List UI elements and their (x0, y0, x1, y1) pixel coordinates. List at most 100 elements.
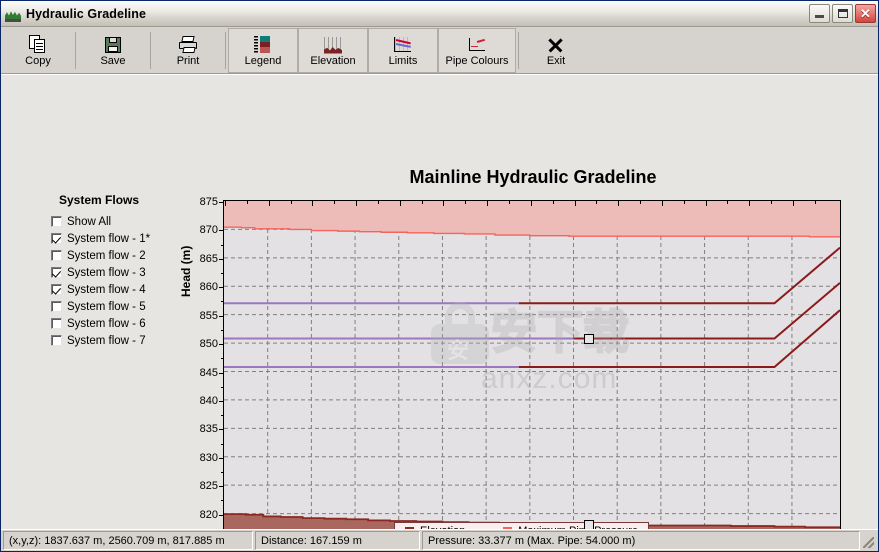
legend-item-max-pipe-pressure: Maximum Pipe Pressure (503, 525, 638, 529)
print-icon (177, 35, 199, 55)
legend-label-max-pipe-pressure: Maximum Pipe Pressure (518, 525, 638, 529)
toolbar-separator (150, 32, 151, 69)
y-axis-tick-mark (219, 429, 224, 431)
x-axis-tick-mark (268, 201, 270, 206)
x-axis-minor-tick (552, 201, 554, 204)
y-axis-tick-845: 845 (199, 366, 218, 379)
toolbar-button-elevation[interactable]: Elevation (298, 28, 368, 73)
toolbar-separator (518, 32, 519, 69)
y-axis-minor-tick (221, 500, 224, 502)
y-axis-tick-875: 875 (199, 196, 218, 208)
x-axis-minor-tick (508, 201, 510, 204)
save-icon (102, 35, 124, 55)
y-axis-tick-850: 850 (199, 338, 218, 351)
toolbar-button-print[interactable]: Print (153, 28, 223, 73)
x-axis-tick-mark (312, 201, 314, 206)
x-axis-minor-tick (727, 201, 729, 204)
legend-icon (252, 35, 274, 55)
status-distance: Distance: 167.159 m (255, 531, 420, 550)
y-axis-minor-tick (221, 244, 224, 246)
toolbar-label-print: Print (176, 54, 200, 67)
y-axis-tick-mark (219, 486, 224, 488)
x-axis-minor-tick (465, 201, 467, 204)
x-axis-minor-tick (771, 201, 773, 204)
toolbar-button-exit[interactable]: Exit (521, 28, 591, 73)
toolbar-label-pipe-colours: Pipe Colours (445, 54, 509, 67)
chart-cursor-handle-1[interactable] (583, 519, 594, 529)
limits-icon (392, 35, 414, 55)
x-axis-minor-tick (640, 201, 642, 204)
pipe-colours-icon (466, 35, 488, 55)
window-title: Hydraulic Gradeline (26, 6, 146, 21)
x-axis-tick-mark (530, 201, 532, 206)
minimize-button[interactable] (809, 4, 830, 23)
content-area: System Flows Show All System flow - 1* Sys… (1, 74, 878, 529)
exit-icon (545, 35, 567, 55)
y-axis-tick-mark (219, 230, 224, 232)
plot-area[interactable]: 8158208258308358408458508558608658708750… (200, 196, 841, 529)
toolbar-button-legend[interactable]: Legend (228, 28, 298, 73)
status-bar: (x,y,z): 1837.637 m, 2560.709 m, 817.885… (1, 529, 878, 551)
x-axis-minor-tick (421, 201, 423, 204)
x-axis-tick-mark (487, 201, 489, 206)
x-axis-tick-mark (792, 201, 794, 206)
toolbar-label-copy: Copy (25, 54, 51, 67)
y-axis-tick-835: 835 (199, 423, 218, 436)
status-coordinates: (x,y,z): 1837.637 m, 2560.709 m, 817.885… (3, 531, 253, 550)
chart-legend[interactable]: Elevation Maximum Pipe Pressure (394, 522, 650, 529)
y-axis-minor-tick (221, 386, 224, 388)
legend-swatch-max-pipe-pressure (503, 526, 513, 529)
chart-title: Mainline Hydraulic Gradeline (409, 167, 657, 187)
y-axis-minor-tick (221, 358, 224, 360)
legend-swatch-elevation (405, 526, 414, 529)
y-axis-tick-mark (219, 287, 224, 289)
status-pressure: Pressure: 33.377 m (Max. Pipe: 54.000 m) (422, 531, 860, 550)
x-axis-minor-tick (334, 201, 336, 204)
x-axis-tick-mark (705, 201, 707, 206)
y-axis-minor-tick (221, 443, 224, 445)
y-axis-tick-870: 870 (199, 224, 218, 237)
y-axis-minor-tick (221, 301, 224, 303)
maximize-button[interactable] (832, 4, 853, 23)
toolbar-button-pipe-colours[interactable]: Pipe Colours (438, 28, 516, 73)
toolbar-button-limits[interactable]: Limits (368, 28, 438, 73)
toolbar-label-legend: Legend (244, 54, 282, 67)
x-axis-tick-mark (225, 201, 226, 206)
toolbar-label-exit: Exit (546, 54, 566, 67)
toolbar: Copy Save Print Legend Elevation Limits … (1, 27, 878, 74)
toolbar-button-copy[interactable]: Copy (3, 28, 73, 73)
x-axis-tick-mark (574, 201, 576, 206)
x-axis-tick-mark (399, 201, 401, 206)
x-axis-minor-tick (683, 201, 685, 204)
x-axis-tick-mark (443, 201, 445, 206)
y-axis-tick-mark (219, 457, 224, 459)
resize-grip[interactable] (862, 531, 876, 550)
x-axis-minor-tick (814, 201, 816, 204)
window-controls: ✕ (809, 4, 876, 23)
y-axis-minor-tick (221, 415, 224, 417)
plot-svg (224, 201, 840, 529)
title-bar: Hydraulic Gradeline ✕ (1, 1, 878, 27)
y-axis-tick-860: 860 (199, 281, 218, 294)
toolbar-label-limits: Limits (388, 54, 418, 67)
toolbar-button-save[interactable]: Save (78, 28, 148, 73)
x-axis-minor-tick (246, 201, 248, 204)
x-axis-tick-mark (356, 201, 358, 206)
elevation-icon (322, 35, 344, 55)
x-axis-minor-tick (596, 201, 598, 204)
x-axis-tick-mark (749, 201, 751, 206)
y-axis-tick-mark (219, 514, 224, 516)
y-axis-minor-tick (221, 329, 224, 331)
x-axis-minor-tick (290, 201, 292, 204)
hills-icon (5, 6, 21, 22)
y-axis-minor-tick (221, 273, 224, 275)
y-axis-tick-mark (219, 258, 224, 260)
application-window: Hydraulic Gradeline ✕ Copy Save Print Le… (0, 0, 879, 552)
chart-cursor-handle-0[interactable] (583, 333, 594, 344)
toolbar-separator (225, 32, 226, 69)
toolbar-label-save: Save (100, 54, 126, 67)
chart-y-axis-label: Head (m) (179, 245, 193, 297)
legend-item-elevation: Elevation (405, 525, 465, 529)
y-axis-tick-855: 855 (199, 309, 218, 322)
close-button[interactable]: ✕ (855, 4, 876, 23)
